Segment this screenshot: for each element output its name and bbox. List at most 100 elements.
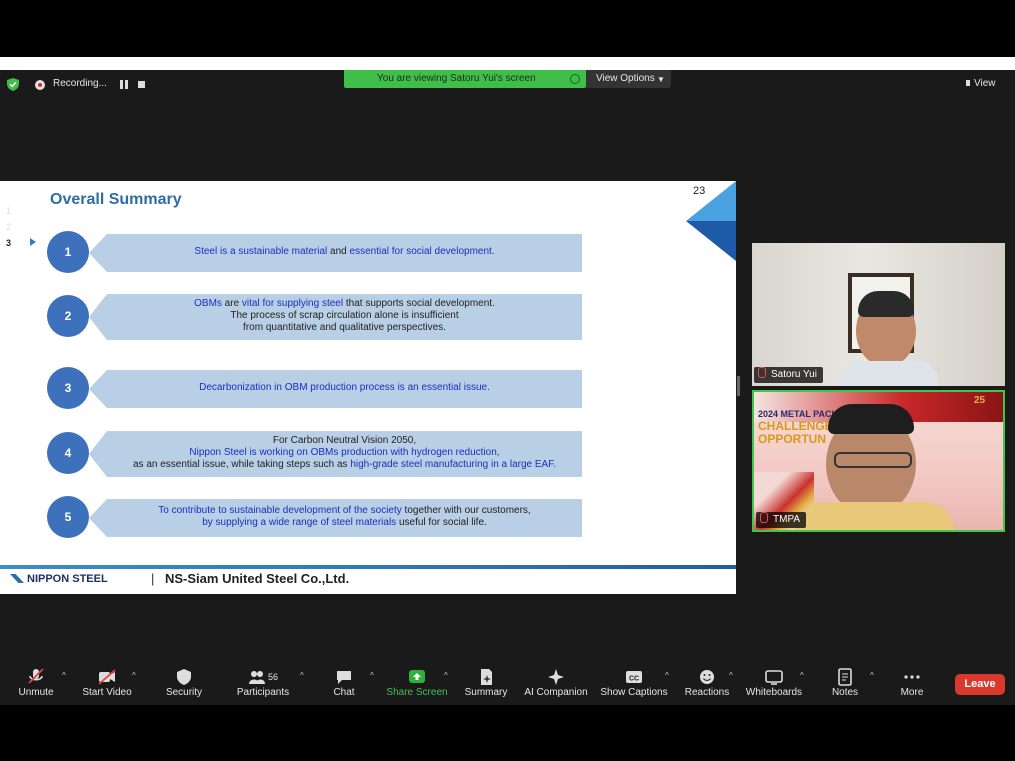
chevron-up-icon[interactable]: ^ bbox=[62, 671, 66, 680]
summary-text-segment: by supplying a wide range of steel mater… bbox=[202, 517, 397, 528]
leave-button[interactable]: Leave bbox=[955, 674, 1005, 695]
view-label: View bbox=[974, 78, 996, 89]
summary-text-segment: Nippon Steel is working on OBMs producti… bbox=[189, 447, 500, 458]
summary-item-text: Decarbonization in OBM production proces… bbox=[107, 367, 582, 409]
summary-text-segment: OBMs bbox=[194, 298, 222, 309]
participants-label: Participants bbox=[236, 687, 290, 698]
slide-nav-number[interactable]: 1 bbox=[6, 203, 11, 219]
shared-slide: 1 2 3 Overall Summary 23 1 Steel is a sus… bbox=[0, 181, 736, 594]
zoom-window: Recording... You are viewing Satoru Yui'… bbox=[0, 70, 1015, 705]
summary-item-line: To contribute to sustainable development… bbox=[158, 505, 530, 517]
corner-triangle-decoration bbox=[686, 181, 736, 261]
slide-nav-number[interactable]: 2 bbox=[6, 219, 11, 235]
cc-icon: CC bbox=[594, 668, 674, 685]
participant-hair bbox=[828, 404, 914, 434]
chevron-up-icon[interactable]: ^ bbox=[800, 671, 804, 680]
participant-shirt bbox=[794, 502, 954, 530]
summary-item-line: Steel is a sustainable material and esse… bbox=[194, 246, 494, 258]
video-tile-satoru-yui[interactable]: Satoru Yui bbox=[752, 243, 1005, 386]
shield-icon bbox=[144, 668, 224, 685]
sparkle-icon bbox=[516, 668, 596, 685]
security-button[interactable]: Security bbox=[144, 663, 224, 705]
mic-muted-icon bbox=[760, 512, 768, 523]
summary-item-line: Decarbonization in OBM production proces… bbox=[199, 382, 490, 394]
view-layout-icon bbox=[966, 80, 970, 87]
participant-name: Satoru Yui bbox=[771, 369, 817, 380]
summary-text-segment: high-grade steel manufacturing in a larg… bbox=[350, 459, 557, 470]
participants-button[interactable]: 56 Participants bbox=[223, 663, 303, 705]
ai-companion-button[interactable]: AI Companion bbox=[516, 663, 596, 705]
chevron-up-icon[interactable]: ^ bbox=[132, 671, 136, 680]
summary-text-segment: that supports social development. bbox=[343, 298, 495, 309]
summary-text-segment: as an essential issue, while taking step… bbox=[132, 459, 351, 470]
whiteboards-button[interactable]: Whiteboards bbox=[734, 663, 814, 705]
show-captions-label: Show Captions bbox=[600, 687, 668, 698]
encryption-shield-icon[interactable] bbox=[7, 78, 19, 91]
summary-item-number: 1 bbox=[47, 231, 89, 273]
unmute-button[interactable]: Unmute bbox=[0, 663, 76, 705]
participant-hair bbox=[858, 291, 914, 317]
summary-text-segment: from quantitative and qualitative perspe… bbox=[243, 322, 446, 333]
footer-separator: | bbox=[151, 571, 155, 586]
slide-title: Overall Summary bbox=[50, 191, 182, 208]
summary-item-line: The process of scrap circulation alone i… bbox=[230, 310, 458, 322]
start-video-label: Start Video bbox=[82, 687, 132, 698]
summary-text-segment: useful for social life. bbox=[396, 517, 487, 528]
summary-item-line: OBMs are vital for supplying steel that … bbox=[194, 298, 495, 310]
unmute-label: Unmute bbox=[18, 687, 54, 698]
security-label: Security bbox=[165, 687, 203, 698]
footer-company-name: NS-Siam United Steel Co.,Ltd. bbox=[165, 571, 350, 586]
share-screen-label: Share Screen bbox=[386, 687, 448, 698]
whiteboards-label: Whiteboards bbox=[745, 687, 803, 698]
participant-name: TMPA bbox=[773, 514, 801, 525]
meeting-top-bar: Recording... You are viewing Satoru Yui'… bbox=[0, 70, 1015, 98]
participants-count: 56 bbox=[267, 672, 278, 682]
panel-splitter-handle[interactable] bbox=[737, 376, 740, 396]
summary-item-number: 3 bbox=[47, 367, 89, 409]
summary-label: Summary bbox=[464, 687, 508, 698]
mic-muted-icon bbox=[758, 367, 766, 378]
recording-icon bbox=[35, 80, 45, 90]
chat-button[interactable]: Chat bbox=[304, 663, 384, 705]
summary-item-text: For Carbon Neutral Vision 2050, Nippon St… bbox=[107, 428, 582, 478]
participant-shirt bbox=[838, 361, 938, 386]
summary-item-line: Nippon Steel is working on OBMs producti… bbox=[189, 447, 499, 459]
summary-item-text: To contribute to sustainable development… bbox=[107, 496, 582, 538]
show-captions-button[interactable]: CC Show Captions bbox=[594, 663, 674, 705]
summary-item-line: by supplying a wide range of steel mater… bbox=[202, 517, 487, 529]
event-subtitle: CHALLENGE OPPORTUN bbox=[758, 420, 833, 446]
view-options-button[interactable]: View Options ▼ bbox=[586, 70, 671, 88]
summary-icon bbox=[446, 668, 526, 685]
meeting-toolbar: Unmute ^ Start Video ^ Security 56 Participant… bbox=[0, 663, 1015, 705]
slide-footer-rule bbox=[0, 565, 736, 569]
more-button[interactable]: More bbox=[872, 663, 952, 705]
ai-companion-label: AI Companion bbox=[524, 687, 588, 698]
chevron-up-icon[interactable]: ^ bbox=[729, 671, 733, 680]
summary-item-number: 5 bbox=[47, 496, 89, 538]
summary-item-text: OBMs are vital for supplying steel that … bbox=[107, 291, 582, 341]
summary-button[interactable]: Summary bbox=[446, 663, 526, 705]
recording-label: Recording... bbox=[53, 78, 107, 89]
video-tile-tmpa[interactable]: 25 2024 METAL PACKAG CHALLENGE OPPORTUN T… bbox=[752, 390, 1005, 532]
nippon-steel-logo: NIPPON STEEL bbox=[10, 573, 108, 585]
logo-text: NIPPON STEEL bbox=[27, 573, 108, 585]
share-screen-button[interactable]: Share Screen bbox=[377, 663, 457, 705]
more-label: More bbox=[900, 687, 924, 698]
summary-item-line: from quantitative and qualitative perspe… bbox=[243, 322, 446, 334]
chevron-up-icon[interactable]: ^ bbox=[370, 671, 374, 680]
summary-text-segment: Steel is a sustainable material bbox=[194, 246, 328, 257]
participant-name-tag: TMPA bbox=[756, 512, 807, 528]
current-slide-arrow-icon bbox=[30, 238, 36, 246]
summary-item-number: 4 bbox=[47, 432, 89, 474]
stop-recording-icon[interactable] bbox=[138, 81, 145, 88]
view-options-label: View Options bbox=[596, 73, 655, 84]
summary-text-segment: Decarbonization in OBM production proces… bbox=[199, 382, 490, 393]
start-video-button[interactable]: Start Video bbox=[67, 663, 147, 705]
view-button[interactable]: View bbox=[966, 78, 996, 89]
summary-text-segment: For Carbon Neutral Vision 2050, bbox=[272, 435, 417, 446]
summary-item-line: as an essential issue, while taking step… bbox=[133, 459, 556, 471]
participant-name-tag: Satoru Yui bbox=[754, 367, 823, 383]
slide-nav-number-current[interactable]: 3 bbox=[6, 235, 11, 251]
pause-recording-icon[interactable] bbox=[120, 80, 128, 89]
eye-icon bbox=[570, 74, 580, 84]
